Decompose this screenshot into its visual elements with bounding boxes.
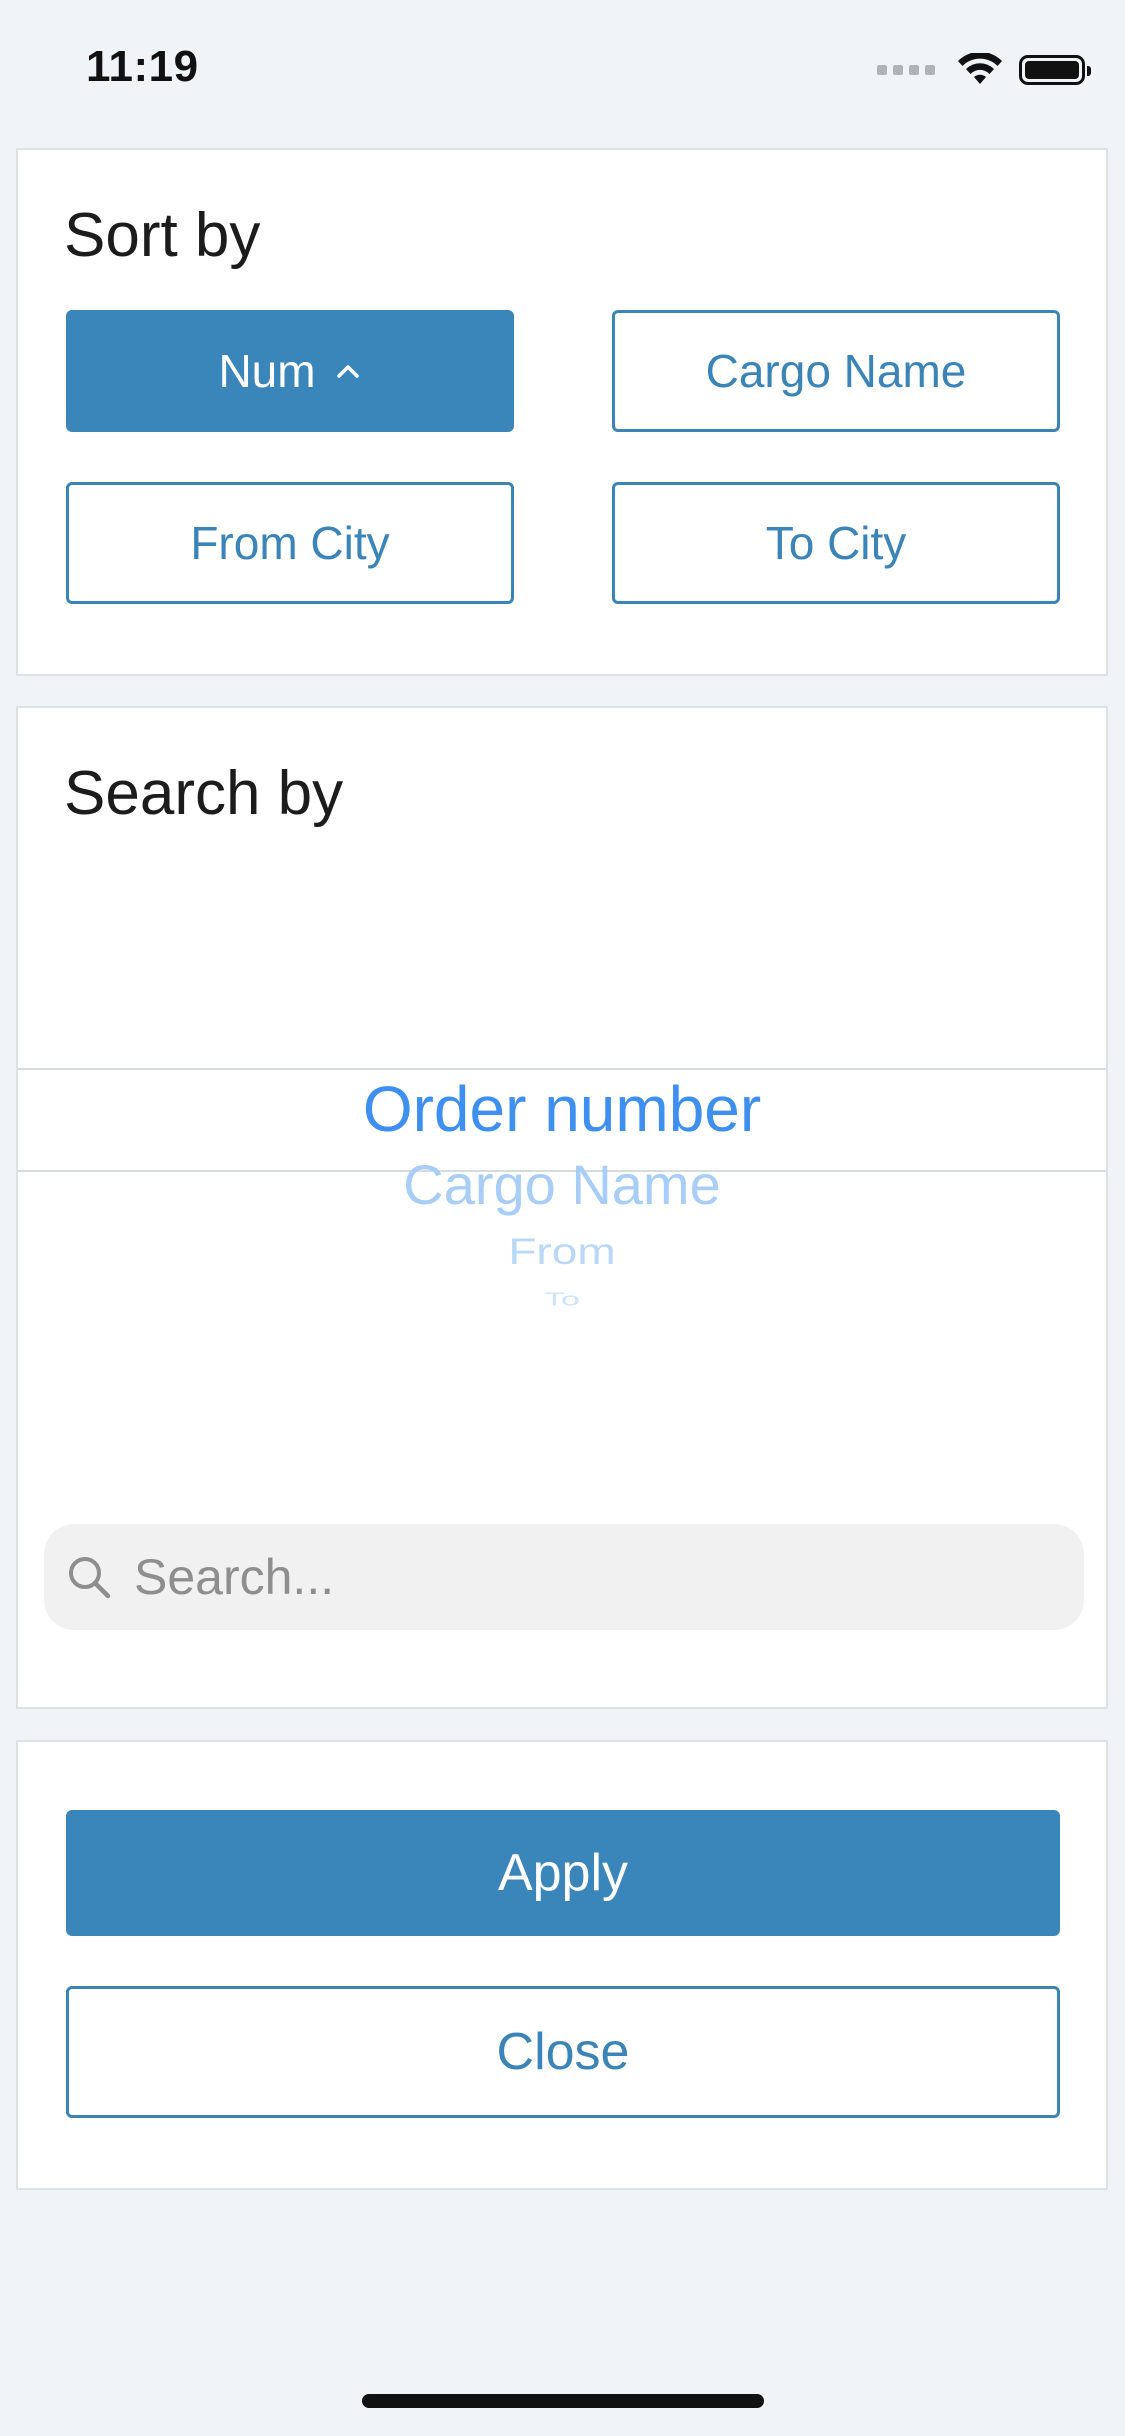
apply-button[interactable]: Apply [66, 1810, 1060, 1936]
sort-to-city-label: To City [765, 517, 907, 569]
sort-cargo-name-label: Cargo Name [705, 345, 967, 397]
search-title: Search by [64, 759, 344, 828]
battery-icon [1019, 55, 1091, 85]
chevron-up-icon [336, 365, 359, 378]
search-field-picker[interactable]: Order number Cargo Name From To [18, 1008, 1106, 1338]
picker-item[interactable]: From [18, 1229, 1106, 1272]
sort-from-city-label: From City [190, 517, 390, 569]
home-indicator[interactable] [362, 2394, 764, 2408]
sort-title: Sort by [64, 201, 261, 270]
picker-selection-top-line [18, 1068, 1106, 1070]
close-button[interactable]: Close [66, 1986, 1060, 2118]
search-icon [69, 1557, 111, 1599]
sort-num-label: Num [218, 345, 316, 397]
wifi-icon [958, 53, 1002, 84]
sort-cargo-name-button[interactable]: Cargo Name [612, 310, 1060, 432]
picker-item[interactable]: To [18, 1289, 1106, 1310]
status-icons [877, 50, 1091, 90]
sort-card: Sort by Num Cargo Name From City To City [16, 148, 1108, 676]
status-bar: 11:19 [0, 0, 1125, 140]
search-bar[interactable] [44, 1524, 1084, 1630]
sort-from-city-button[interactable]: From City [66, 482, 514, 604]
sort-num-button[interactable]: Num [66, 310, 514, 432]
actions-card: Apply Close [16, 1740, 1108, 2190]
search-input[interactable] [134, 1548, 1034, 1606]
picker-item-selected[interactable]: Order number [18, 1072, 1106, 1146]
sort-to-city-button[interactable]: To City [612, 482, 1060, 604]
cellular-signal-icon [877, 65, 935, 75]
picker-item[interactable]: Cargo Name [18, 1152, 1106, 1217]
search-card: Search by Order number Cargo Name From T… [16, 706, 1108, 1709]
status-time: 11:19 [86, 42, 199, 91]
